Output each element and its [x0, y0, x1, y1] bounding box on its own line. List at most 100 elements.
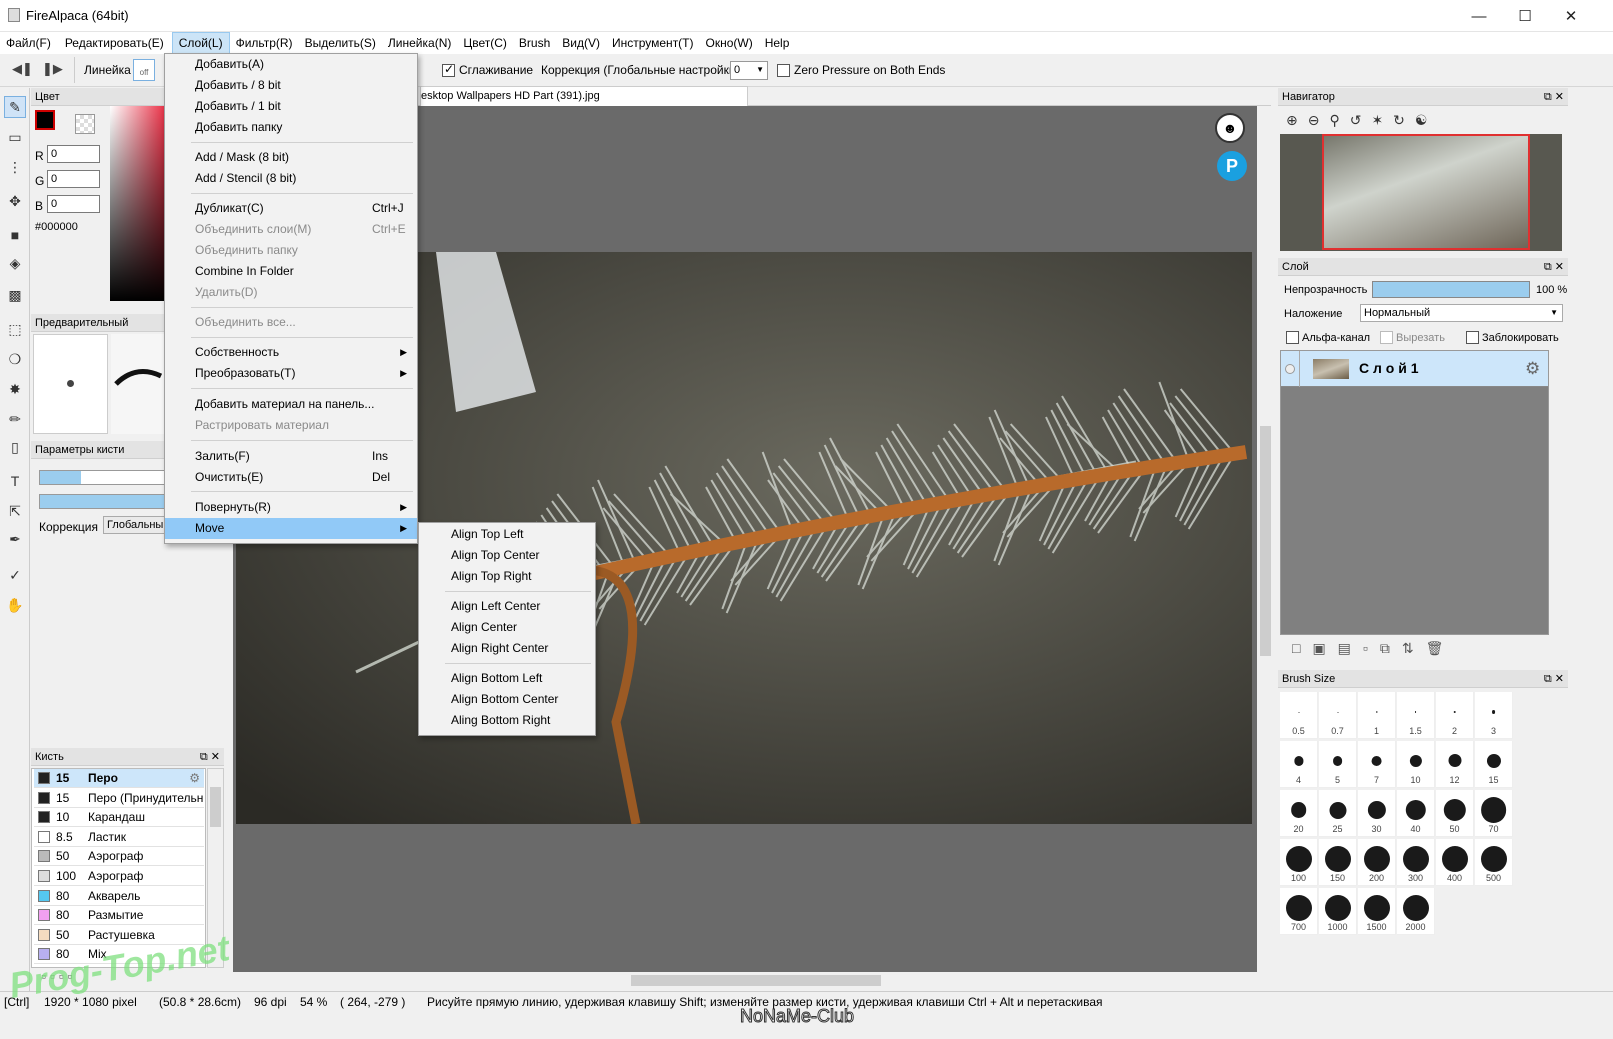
move-tool-icon[interactable]: ✥	[4, 190, 26, 212]
layer-menu-item[interactable]: Add / Stencil (8 bit)	[165, 168, 417, 189]
brush-size-cell[interactable]: 300	[1397, 839, 1435, 886]
layer-menu-item[interactable]: Добавить / 1 bit	[165, 96, 417, 117]
menu-ruler[interactable]: Линейка(N)	[382, 32, 457, 54]
brush-size-cell[interactable]: 100	[1280, 839, 1318, 886]
close-button[interactable]: ✕	[1548, 0, 1594, 32]
antialias-checkbox[interactable]	[442, 62, 455, 78]
layer-menu-item[interactable]: Добавить / 8 bit	[165, 75, 417, 96]
brush-size-cell[interactable]: 3	[1475, 692, 1513, 739]
brush-size-cell[interactable]: 50	[1436, 790, 1474, 837]
brush-size-cell[interactable]: 7	[1358, 741, 1396, 788]
text-tool-icon[interactable]: T	[4, 470, 26, 492]
zero-pressure-checkbox[interactable]	[777, 63, 790, 78]
brush-size-cell[interactable]: 400	[1436, 839, 1474, 886]
brush-size-cell[interactable]: 0.5	[1280, 692, 1318, 739]
document-tab[interactable]: esktop Wallpapers HD Part (391).jpg	[420, 86, 748, 106]
brush-list-item[interactable]: 8.5 Ластик	[34, 827, 204, 847]
panel-float-close-icon[interactable]: ⧉ ✕	[1544, 670, 1564, 688]
color-picker-field[interactable]	[110, 106, 166, 301]
move-submenu-item[interactable]: Align Center	[419, 617, 595, 638]
canvas-vertical-scrollbar[interactable]	[1257, 106, 1274, 972]
brush-size-cell[interactable]: 1.5	[1397, 692, 1435, 739]
brush-size-cell[interactable]: 700	[1280, 888, 1318, 935]
minimize-button[interactable]: —	[1456, 0, 1502, 32]
brush-size-cell[interactable]: 5	[1319, 741, 1357, 788]
brush-list-item[interactable]: 80 Размытие	[34, 906, 204, 926]
dot-tool-icon[interactable]: ⋮	[4, 156, 26, 178]
hand-tool-icon[interactable]: ✋	[4, 594, 26, 616]
brush-size-cell[interactable]: 0.7	[1319, 692, 1357, 739]
menu-color[interactable]: Цвет(C)	[457, 32, 513, 54]
move-submenu-item[interactable]: Align Bottom Left	[419, 668, 595, 689]
layer-menu-item[interactable]: Добавить(A)	[165, 54, 417, 75]
canvas-horizontal-scrollbar[interactable]	[231, 972, 1274, 990]
ruler-off-button[interactable]: off	[133, 59, 155, 81]
brush-size-cell[interactable]: 2	[1436, 692, 1474, 739]
brush-list-item[interactable]: 15 Перо (Принудительн	[34, 788, 204, 808]
menu-edit[interactable]: Редактировать(E)	[59, 32, 170, 54]
gradient-tool-icon[interactable]: ▩	[4, 284, 26, 306]
move-submenu-item[interactable]: Align Bottom Center	[419, 689, 595, 710]
menu-view[interactable]: Вид(V)	[556, 32, 606, 54]
brush-size-cell[interactable]: 4	[1280, 741, 1318, 788]
brush-size-cell[interactable]: 25	[1319, 790, 1357, 837]
brush-size-slider[interactable]	[39, 470, 166, 485]
layer-row[interactable]: С л о й 1 ⚙	[1281, 351, 1548, 387]
g-input[interactable]: 0	[47, 170, 100, 188]
brush-size-cell[interactable]: 150	[1319, 839, 1357, 886]
brush-size-cell[interactable]: 1	[1358, 692, 1396, 739]
move-submenu-item[interactable]: Align Top Center	[419, 545, 595, 566]
menu-layer[interactable]: Слой(L)	[171, 32, 230, 54]
pixiv-icon[interactable]: P	[1217, 151, 1247, 181]
menu-tool[interactable]: Инструмент(T)	[606, 32, 700, 54]
brush-size-cell[interactable]: 2000	[1397, 888, 1435, 935]
divide-tool-icon[interactable]: ✒	[4, 528, 26, 550]
select-tool-icon[interactable]: ⬚	[4, 318, 26, 340]
brush-list-item[interactable]: 100 Аэрограф	[34, 867, 204, 886]
brush-size-cell[interactable]: 40	[1397, 790, 1435, 837]
layer-menu-item[interactable]: Повернуть(R) ▶	[165, 497, 417, 518]
undo-icon[interactable]: ◀❚	[12, 61, 33, 77]
select-pen-tool-icon[interactable]: ✏	[4, 408, 26, 430]
layer-menu-item[interactable]: Move ▶	[165, 518, 417, 539]
move-submenu-item[interactable]: Align Top Right	[419, 566, 595, 587]
magic-wand-tool-icon[interactable]: ✸	[4, 378, 26, 400]
brush-settings-gear-icon[interactable]: ⚙	[189, 769, 200, 788]
menu-brush[interactable]: Brush	[513, 32, 556, 54]
brush-size-cell[interactable]: 500	[1475, 839, 1513, 886]
brush-correction-select[interactable]: Глобальны	[103, 516, 166, 534]
layer-list-scrollbar[interactable]	[1549, 350, 1566, 635]
panel-float-close-icon[interactable]: ⧉ ✕	[1544, 258, 1564, 276]
operation-tool-icon[interactable]: ⇱	[4, 500, 26, 522]
brush-size-scrollbar[interactable]	[1549, 692, 1566, 992]
menu-file[interactable]: Файл(F)	[0, 32, 57, 54]
redo-icon[interactable]: ❚▶	[42, 61, 63, 77]
primary-color-swatch[interactable]	[35, 110, 55, 130]
bucket-tool-icon[interactable]: ◈	[4, 252, 26, 274]
lasso-tool-icon[interactable]: ❍	[4, 348, 26, 370]
move-submenu-item[interactable]: Align Left Center	[419, 596, 595, 617]
menu-help[interactable]: Help	[759, 32, 796, 54]
layer-menu-item[interactable]: Преобразовать(T) ▶	[165, 363, 417, 384]
layer-action-icons[interactable]: □▣▤▫⧉⇅🗑	[1292, 640, 1455, 657]
menu-window[interactable]: Окно(W)	[700, 32, 759, 54]
brush-opacity-slider[interactable]	[39, 494, 166, 509]
move-submenu-item[interactable]: Aling Bottom Right	[419, 710, 595, 731]
layer-menu-item[interactable]: Дубликат(C) Ctrl+J	[165, 198, 417, 219]
brush-size-cell[interactable]: 20	[1280, 790, 1318, 837]
b-input[interactable]: 0	[47, 195, 100, 213]
visibility-icon[interactable]	[1285, 364, 1295, 374]
panel-float-close-icon[interactable]: ⧉ ✕	[1544, 88, 1564, 106]
layer-menu-item[interactable]: Залить(F) Ins	[165, 446, 417, 467]
maximize-button[interactable]: ☐	[1502, 0, 1548, 32]
select-eraser-tool-icon[interactable]: ▯	[4, 436, 26, 458]
layer-menu-item[interactable]: Добавить материал на панель...	[165, 394, 417, 415]
move-submenu-item[interactable]: Align Right Center	[419, 638, 595, 659]
clip-checkbox[interactable]	[1380, 330, 1393, 345]
layer-settings-gear-icon[interactable]: ⚙	[1525, 359, 1540, 379]
brush-list-item[interactable]: 50 Аэрограф	[34, 847, 204, 867]
brush-size-cell[interactable]: 70	[1475, 790, 1513, 837]
blend-select[interactable]: Нормальный ▼	[1360, 304, 1563, 322]
brush-size-cell[interactable]: 200	[1358, 839, 1396, 886]
alpaca-mascot-icon[interactable]: ☻	[1215, 113, 1245, 143]
